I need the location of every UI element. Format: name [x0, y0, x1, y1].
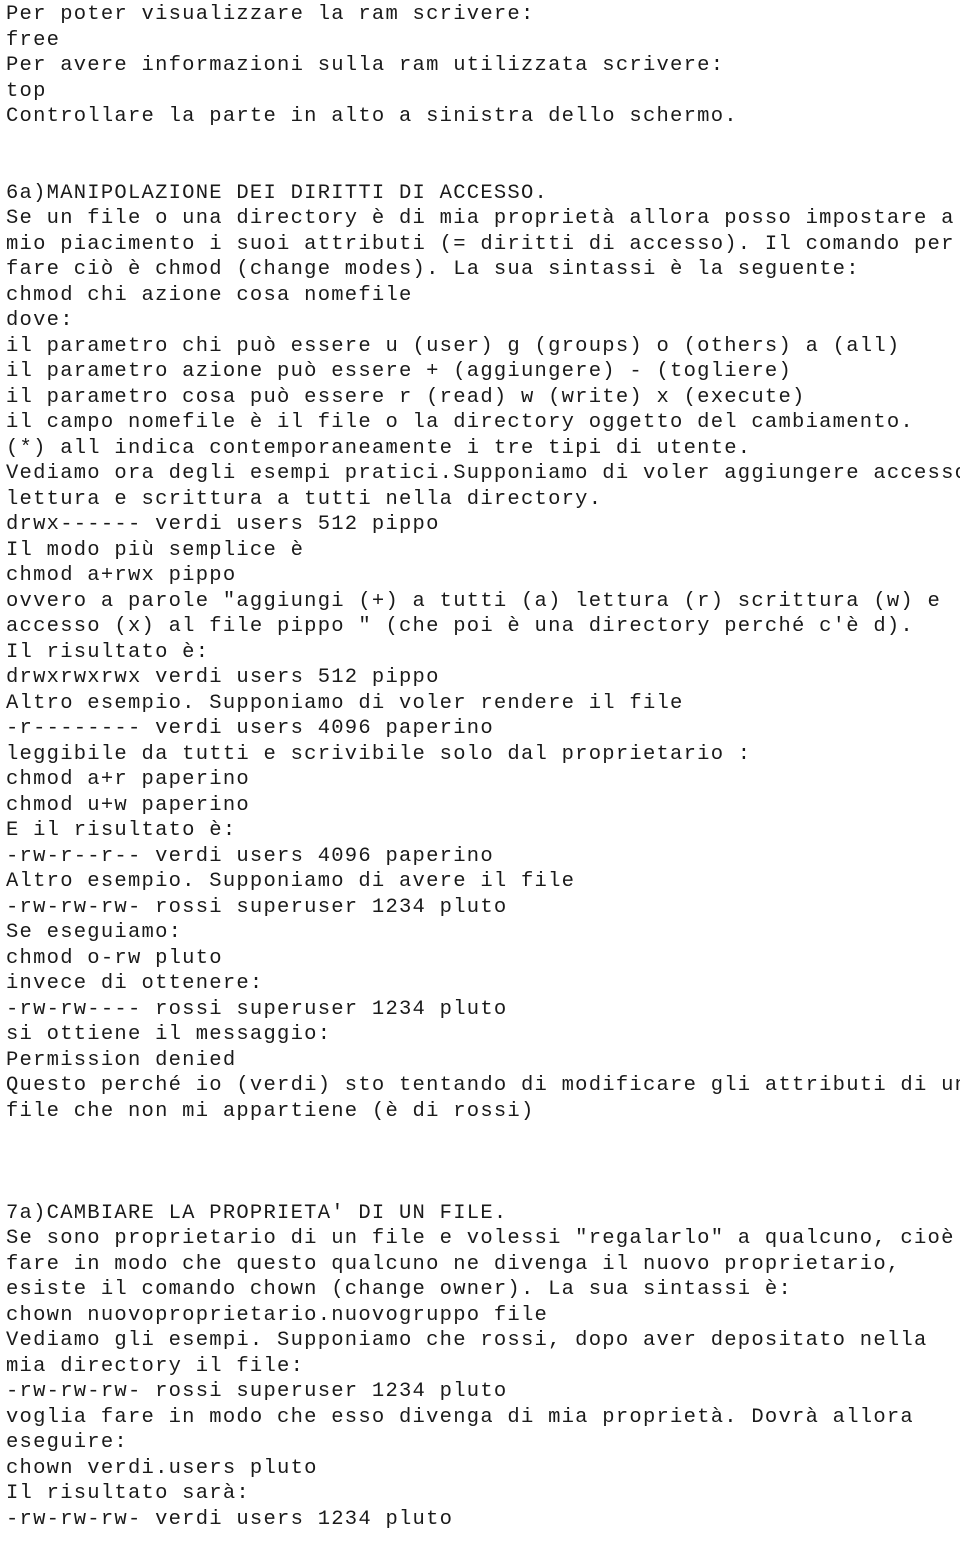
text-line: invece di ottenere:	[6, 972, 264, 995]
text-line: Per poter visualizzare la ram scrivere:	[6, 3, 535, 26]
text-line: -rw-r--r-- verdi users 4096 paperino	[6, 844, 494, 868]
text-line: Questo perché io (verdi) sto tentando di…	[6, 1074, 960, 1097]
text-line: Se sono proprietario di un file e voless…	[6, 1227, 955, 1250]
text-line: Altro esempio. Supponiamo di voler rende…	[6, 691, 684, 715]
text-line: ovvero a parole "aggiungi (+) a tutti (a…	[6, 589, 942, 613]
text-line: dove:	[6, 309, 74, 332]
text-line: Vediamo gli esempi. Supponiamo che rossi…	[6, 1329, 928, 1352]
text-line: -rw-rw-rw- rossi superuser 1234 pluto	[6, 895, 508, 919]
text-line: chown verdi.users pluto	[6, 1456, 318, 1480]
text-line: esiste il comando chown (change owner). …	[6, 1278, 793, 1301]
text-line: chmod a+r paperino	[6, 768, 250, 791]
text-line: -rw-rw-rw- rossi superuser 1234 pluto	[6, 1380, 508, 1403]
text-line: leggibile da tutti e scrivibile solo dal…	[6, 742, 752, 766]
section-heading: 7a)CAMBIARE LA PROPRIETA' DI UN FILE.	[6, 1201, 508, 1225]
text-line: Controllare la parte in alto a sinistra …	[6, 105, 738, 128]
text-line: lettura e scrittura a tutti nella direct…	[6, 487, 603, 511]
text-line: il parametro cosa può essere r (read) w …	[6, 385, 806, 409]
text-line: si ottiene il messaggio:	[6, 1023, 332, 1046]
document-section-section-6a: 6a)MANIPOLAZIONE DEI DIRITTI DI ACCESSO.…	[6, 181, 960, 1201]
text-line: E il risultato è:	[6, 819, 237, 842]
text-line: il parametro chi può essere u (user) g (…	[6, 334, 901, 358]
document-section-section-7a: 7a)CAMBIARE LA PROPRIETA' DI UN FILE. Se …	[6, 1201, 960, 1533]
text-line: chmod a+rwx pippo	[6, 564, 237, 587]
section-heading: 6a)MANIPOLAZIONE DEI DIRITTI DI ACCESSO.	[6, 181, 549, 205]
text-line: Altro esempio. Supponiamo di avere il fi…	[6, 870, 576, 893]
text-line: chmod o-rw pluto	[6, 946, 223, 970]
text-line: -rw-rw---- rossi superuser 1234 pluto	[6, 997, 508, 1021]
text-line: Il modo più semplice è	[6, 538, 305, 562]
text-line: (*) all indica contemporaneamente i tre …	[6, 436, 752, 460]
text-line: Il risultato è:	[6, 640, 210, 664]
text-line: file che non mi appartiene (è di rossi)	[6, 1099, 535, 1123]
text-line: drwxrwxrwx verdi users 512 pippo	[6, 666, 440, 689]
text-line: voglia fare in modo che esso divenga di …	[6, 1405, 914, 1429]
text-line: mia directory il file:	[6, 1354, 305, 1378]
text-line: drwx------ verdi users 512 pippo	[6, 513, 440, 536]
text-line: fare ciò è chmod (change modes). La sua …	[6, 258, 860, 281]
text-line: Se eseguiamo:	[6, 921, 183, 944]
text-line: eseguire:	[6, 1431, 128, 1454]
text-line: free	[6, 28, 61, 52]
text-line: il parametro azione può essere + (aggiun…	[6, 360, 793, 383]
text-line: il campo nomefile è il file o la directo…	[6, 411, 914, 434]
text-line: Per avere informazioni sulla ram utilizz…	[6, 54, 725, 77]
text-line: mio piacimento i suoi attributi (= dirit…	[6, 232, 955, 256]
text-line: fare in modo che questo qualcuno ne dive…	[6, 1252, 901, 1276]
text-line: Se un file o una directory è di mia prop…	[6, 207, 955, 230]
text-line: accesso (x) al file pippo " (che poi è u…	[6, 615, 914, 638]
text-line: -r-------- verdi users 4096 paperino	[6, 717, 494, 740]
text-line: Il risultato sarà:	[6, 1482, 250, 1505]
text-line: Permission denied	[6, 1048, 237, 1072]
text-line: chmod chi azione cosa nomefile	[6, 283, 413, 307]
text-line: chmod u+w paperino	[6, 793, 250, 817]
document-section-ram-commands: Per poter visualizzare la ram scrivere: f…	[6, 2, 960, 181]
text-line: Vediamo ora degli esempi pratici.Supponi…	[6, 462, 960, 485]
text-line: chown nuovoproprietario.nuovogruppo file	[6, 1303, 549, 1327]
text-line: top	[6, 79, 47, 103]
text-line: -rw-rw-rw- verdi users 1234 pluto	[6, 1507, 454, 1531]
document-body: Per poter visualizzare la ram scrivere: f…	[0, 0, 960, 1532]
